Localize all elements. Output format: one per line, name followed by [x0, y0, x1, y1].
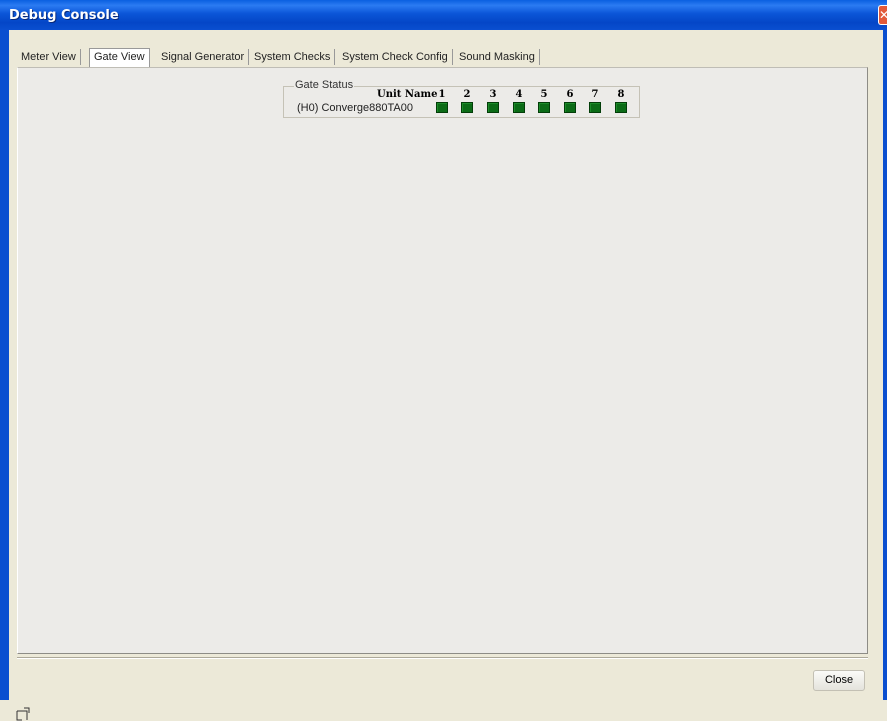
tab-sound-masking[interactable]: Sound Masking	[455, 49, 540, 65]
tab-system-check-config[interactable]: System Check Config	[338, 49, 453, 65]
unit-name-cell: (H0) Converge880TA00	[297, 102, 413, 114]
window-frame-left	[0, 30, 9, 700]
gate-status-group: Gate Status Unit Name 1 2 3 4 5 6 7 8 (H…	[283, 79, 640, 118]
tab-signal-generator[interactable]: Signal Generator	[157, 49, 250, 65]
gate-indicator-7	[589, 102, 601, 113]
window-title: Debug Console	[9, 8, 119, 23]
window-frame-right	[883, 30, 887, 700]
window-close-icon[interactable]: ✕	[878, 5, 887, 25]
gate-view-panel: Gate Status Unit Name 1 2 3 4 5 6 7 8 (H…	[17, 67, 868, 654]
tab-system-checks[interactable]: System Checks	[250, 49, 336, 65]
tab-gate-view[interactable]: Gate View	[89, 48, 150, 67]
resize-grip-icon[interactable]	[16, 707, 30, 721]
close-button[interactable]: Close	[813, 670, 865, 691]
dialog-content: Meter View Gate View Signal Generator Sy…	[9, 30, 883, 721]
tab-meter-view[interactable]: Meter View	[17, 49, 81, 65]
channel-header: 3	[489, 89, 497, 100]
channel-header: 5	[540, 89, 548, 100]
footer-divider	[17, 657, 868, 659]
channel-header: 6	[566, 89, 574, 100]
channel-header: 7	[591, 89, 599, 100]
channel-header: 1	[438, 89, 446, 100]
gate-indicator-1	[436, 102, 448, 113]
unit-name-header: Unit Name	[377, 89, 438, 100]
gate-indicator-3	[487, 102, 499, 113]
channel-header: 8	[617, 89, 625, 100]
gate-indicator-4	[513, 102, 525, 113]
gate-indicator-8	[615, 102, 627, 113]
title-bar[interactable]: Debug Console ✕	[0, 0, 887, 30]
gate-indicator-5	[538, 102, 550, 113]
channel-header: 2	[463, 89, 471, 100]
channel-header: 4	[515, 89, 523, 100]
gate-status-label: Gate Status	[294, 79, 355, 91]
gate-indicator-2	[461, 102, 473, 113]
gate-indicator-6	[564, 102, 576, 113]
